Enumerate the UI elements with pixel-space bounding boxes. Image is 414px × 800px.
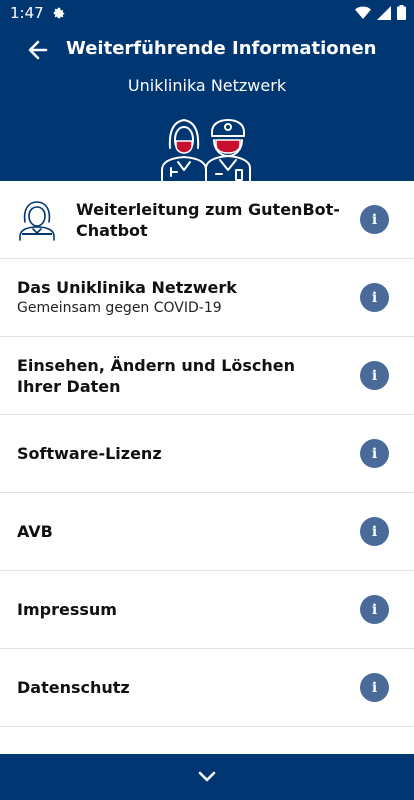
chatbot-avatar-icon xyxy=(19,200,55,241)
info-icon[interactable]: i xyxy=(360,673,389,702)
list-item-title: Impressum xyxy=(17,600,117,619)
status-bar: 1:47 xyxy=(0,0,414,26)
battery-icon xyxy=(397,5,406,20)
page-title: Weiterführende Informationen xyxy=(66,38,377,59)
chevron-down-icon[interactable] xyxy=(198,771,216,783)
list-item-software-license[interactable]: Software-Lizenz i xyxy=(0,415,414,493)
back-arrow-icon[interactable] xyxy=(22,34,54,66)
info-icon[interactable]: i xyxy=(360,205,389,234)
info-icon[interactable]: i xyxy=(360,361,389,390)
list-item-network[interactable]: Das Uniklinika Netzwerk Gemeinsam gegen … xyxy=(0,259,414,337)
app-header: Weiterführende Informationen Uniklinika … xyxy=(0,26,414,182)
medical-staff-illustration xyxy=(161,119,251,182)
scroll-down-bar[interactable] xyxy=(0,754,414,800)
list-item-title: Einsehen, Ändern und Löschen Ihrer Daten xyxy=(17,355,296,396)
info-icon[interactable]: i xyxy=(360,517,389,546)
settings-gear-icon xyxy=(53,7,64,19)
info-icon[interactable]: i xyxy=(360,283,389,312)
list-item-title: AVB xyxy=(17,522,53,541)
list-item-text: AVB xyxy=(17,521,337,542)
info-list: Weiterleitung zum GutenBot-Chatbot i Das… xyxy=(0,181,414,727)
page-subtitle: Uniklinika Netzwerk xyxy=(127,76,287,95)
list-item-text: Einsehen, Ändern und Löschen Ihrer Daten xyxy=(17,355,337,397)
list-item-privacy[interactable]: Datenschutz i xyxy=(0,649,414,727)
list-item-title: Software-Lizenz xyxy=(17,444,162,463)
list-item-title: Datenschutz xyxy=(17,678,130,697)
list-item-chatbot[interactable]: Weiterleitung zum GutenBot-Chatbot i xyxy=(0,181,414,259)
list-item-title: Das Uniklinika Netzwerk xyxy=(17,278,237,297)
info-icon[interactable]: i xyxy=(360,595,389,624)
list-item-text: Software-Lizenz xyxy=(17,443,337,464)
list-item-title: Weiterleitung zum GutenBot-Chatbot xyxy=(76,199,340,240)
list-item-text: Impressum xyxy=(17,599,337,620)
list-item-subtitle: Gemeinsam gegen COVID-19 xyxy=(17,300,222,316)
list-item-avb[interactable]: AVB i xyxy=(0,493,414,571)
info-icon[interactable]: i xyxy=(360,439,389,468)
status-time: 1:47 xyxy=(10,4,44,22)
list-item-imprint[interactable]: Impressum i xyxy=(0,571,414,649)
list-item-text: Datenschutz xyxy=(17,677,337,698)
signal-icon xyxy=(377,5,391,20)
wifi-icon xyxy=(355,6,371,19)
list-item-data-management[interactable]: Einsehen, Ändern und Löschen Ihrer Daten… xyxy=(0,337,414,415)
list-item-text: Weiterleitung zum GutenBot-Chatbot xyxy=(76,199,346,241)
list-item-text: Das Uniklinika Netzwerk Gemeinsam gegen … xyxy=(17,277,337,318)
